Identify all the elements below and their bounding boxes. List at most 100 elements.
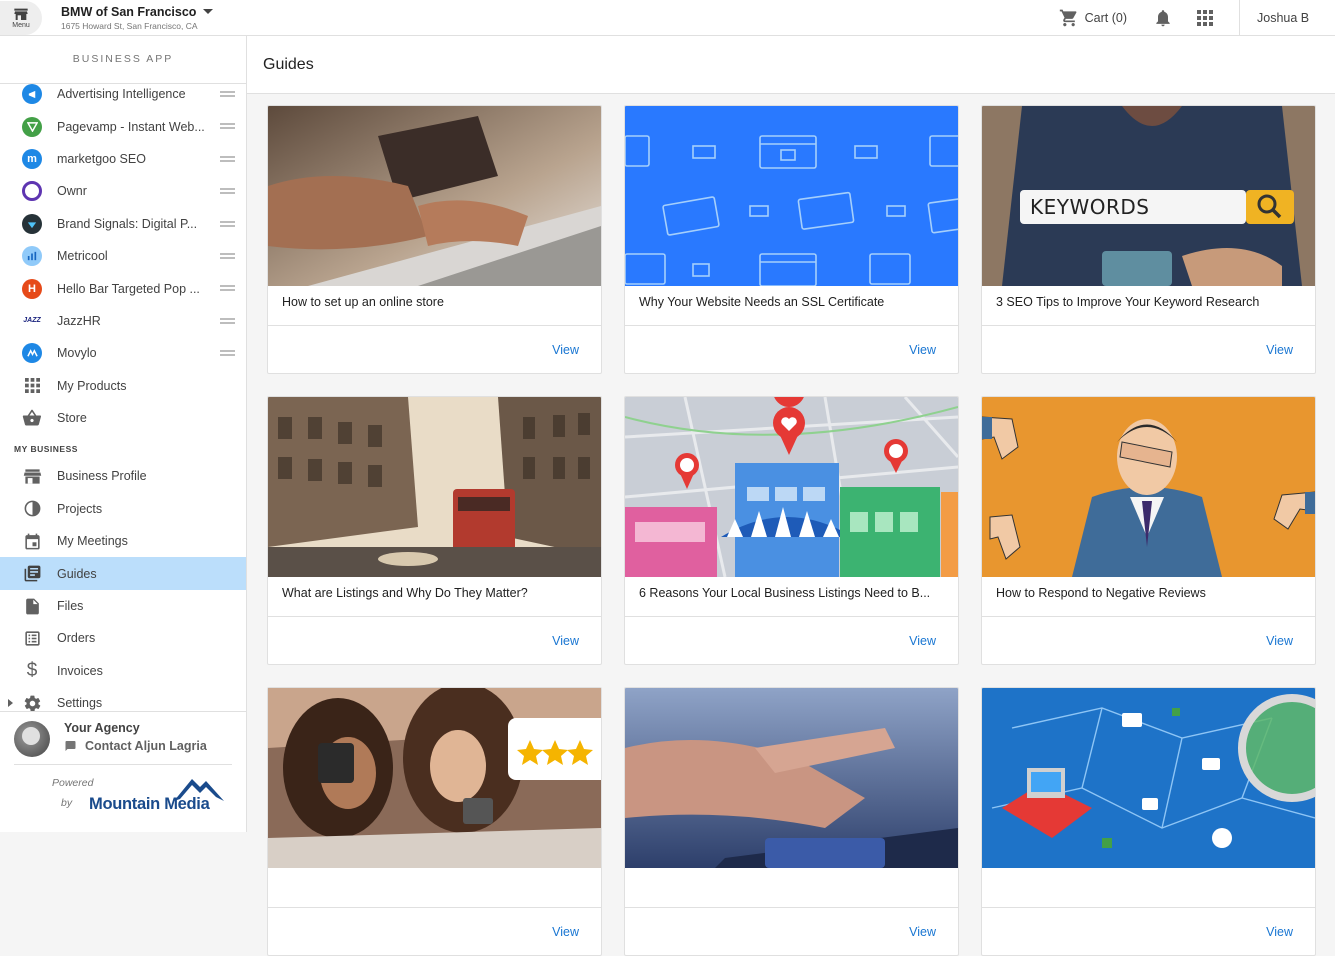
view-button[interactable]: View <box>909 343 936 357</box>
cart-icon <box>1059 9 1077 26</box>
sidebar-item-metricool[interactable]: Metricool <box>0 240 246 272</box>
basket-icon <box>22 409 41 426</box>
sidebar-item-business-profile[interactable]: Business Profile <box>0 460 246 492</box>
guide-title <box>982 868 1315 908</box>
guide-card[interactable]: Why Your Website Needs an SSL Certificat… <box>624 105 959 374</box>
guide-image-reviews-women <box>268 688 601 868</box>
metricool-icon <box>22 246 42 267</box>
drag-handle-icon[interactable] <box>220 155 235 162</box>
drag-handle-icon[interactable] <box>220 285 235 292</box>
guide-image-negative-reviews <box>982 397 1315 577</box>
guide-card[interactable]: View <box>267 687 602 956</box>
guide-card[interactable]: What are Listings and Why Do They Matter… <box>267 396 602 665</box>
powered-brand: Mountain Media <box>89 795 210 813</box>
sidebar-item-label: Business Profile <box>57 469 147 484</box>
drag-handle-icon[interactable] <box>220 91 235 97</box>
sidebar-item-label: Orders <box>57 631 96 646</box>
sidebar-item-label: Pagevamp - Instant Web... <box>57 119 205 134</box>
sidebar-item-ownr[interactable]: Ownr <box>0 175 246 207</box>
cart-button[interactable]: Cart (0) <box>1059 8 1127 28</box>
sidebar-item-label: Projects <box>57 501 103 516</box>
drag-handle-icon[interactable] <box>220 252 235 259</box>
megaphone-icon <box>22 84 42 105</box>
sidebar-item-projects[interactable]: Projects <box>0 493 246 525</box>
expand-caret-icon[interactable] <box>8 699 13 708</box>
guide-title: What are Listings and Why Do They Matter… <box>268 577 601 617</box>
guide-card[interactable]: How to Respond to Negative Reviews View <box>981 396 1316 665</box>
gear-icon <box>24 695 40 711</box>
view-button[interactable]: View <box>552 343 579 357</box>
sidebar-item-settings[interactable]: Settings <box>0 687 246 711</box>
sidebar-item-hello-bar[interactable]: H Hello Bar Targeted Pop ... <box>0 272 246 304</box>
sidebar-item-jazzhr[interactable]: JAZZ JazzHR <box>0 305 246 337</box>
storefront-icon <box>23 469 41 484</box>
guide-image-ssl <box>625 106 958 286</box>
guide-title: 6 Reasons Your Local Business Listings N… <box>625 577 958 617</box>
drag-handle-icon[interactable] <box>220 317 235 324</box>
view-button[interactable]: View <box>909 925 936 939</box>
sidebar: BUSINESS APP Advertising Intelligence Pa… <box>0 36 247 832</box>
by-label: by <box>61 797 73 809</box>
guide-card[interactable]: KEYWORDS 3 SEO Tips to Improve Your Keyw… <box>981 105 1316 374</box>
sidebar-header: BUSINESS APP <box>0 36 246 84</box>
page-title: Guides <box>247 36 1335 94</box>
notifications-bell-icon[interactable] <box>1153 8 1173 28</box>
business-switcher[interactable]: BMW of San Francisco 1675 Howard St, San… <box>61 4 214 31</box>
keywords-overlay-text: KEYWORDS <box>1030 195 1150 219</box>
guide-card[interactable]: How to set up an online store View <box>267 105 602 374</box>
guide-card[interactable]: View <box>981 687 1316 956</box>
sidebar-item-label: Brand Signals: Digital P... <box>57 216 198 231</box>
sidebar-item-advertising-intelligence[interactable]: Advertising Intelligence <box>0 84 246 110</box>
drag-handle-icon[interactable] <box>220 188 235 195</box>
sidebar-item-my-meetings[interactable]: My Meetings <box>0 525 246 557</box>
sidebar-item-label: Invoices <box>57 663 103 678</box>
sidebar-item-brand-signals[interactable]: Brand Signals: Digital P... <box>0 208 246 240</box>
business-name: BMW of San Francisco <box>61 4 197 19</box>
sidebar-item-store[interactable]: Store <box>0 402 246 434</box>
guide-card[interactable]: 6 Reasons Your Local Business Listings N… <box>624 396 959 665</box>
guide-card[interactable]: View <box>624 687 959 956</box>
jazzhr-icon: JAZZ <box>23 317 41 325</box>
view-button[interactable]: View <box>909 634 936 648</box>
view-button[interactable]: View <box>552 634 579 648</box>
sidebar-item-my-products[interactable]: My Products <box>0 370 246 402</box>
drag-handle-icon[interactable] <box>220 220 235 227</box>
sidebar-item-label: Movylo <box>57 346 97 361</box>
sidebar-item-pagevamp[interactable]: Pagevamp - Instant Web... <box>0 110 246 142</box>
view-button[interactable]: View <box>1266 634 1293 648</box>
agency-name: Your Agency <box>64 721 140 735</box>
business-address: 1675 Howard St, San Francisco, CA <box>61 20 198 31</box>
sidebar-item-movylo[interactable]: Movylo <box>0 337 246 369</box>
sidebar-item-label: My Products <box>57 378 127 393</box>
pagevamp-icon <box>22 116 42 137</box>
user-menu[interactable]: Joshua B <box>1239 0 1335 36</box>
sidebar-item-files[interactable]: Files <box>0 590 246 622</box>
agency-panel: Your Agency Contact Aljun Lagria Powered… <box>0 711 246 832</box>
guide-title <box>268 868 601 908</box>
guide-title <box>625 868 958 908</box>
view-button[interactable]: View <box>1266 925 1293 939</box>
sidebar-nav[interactable]: Advertising Intelligence Pagevamp - Inst… <box>0 84 246 711</box>
sidebar-item-invoices[interactable]: $ Invoices <box>0 655 246 687</box>
view-button[interactable]: View <box>552 925 579 939</box>
sidebar-item-label: Hello Bar Targeted Pop ... <box>57 281 200 296</box>
sidebar-item-label: Metricool <box>57 249 108 264</box>
movylo-icon <box>22 343 42 364</box>
guide-image-listings-street <box>268 397 601 577</box>
sidebar-item-label: Advertising Intelligence <box>57 87 186 102</box>
powered-by: Powered by Mountain Media <box>14 764 232 813</box>
sidebar-item-guides[interactable]: Guides <box>0 557 246 590</box>
drag-handle-icon[interactable] <box>220 350 235 357</box>
guide-image-tablet-hand <box>625 688 958 868</box>
sidebar-item-orders[interactable]: Orders <box>0 622 246 654</box>
menu-button[interactable]: Menu <box>0 0 42 35</box>
drag-handle-icon[interactable] <box>220 123 235 130</box>
apps-grid-icon[interactable] <box>1197 9 1213 26</box>
sidebar-item-label: My Meetings <box>57 534 128 549</box>
sidebar-item-label: Files <box>57 599 84 614</box>
user-name: Joshua B <box>1257 10 1310 25</box>
contact-agency-link[interactable]: Contact Aljun Lagria <box>64 739 207 753</box>
view-button[interactable]: View <box>1266 343 1293 357</box>
sidebar-item-marketgoo[interactable]: m marketgoo SEO <box>0 143 246 175</box>
avatar <box>14 721 50 757</box>
